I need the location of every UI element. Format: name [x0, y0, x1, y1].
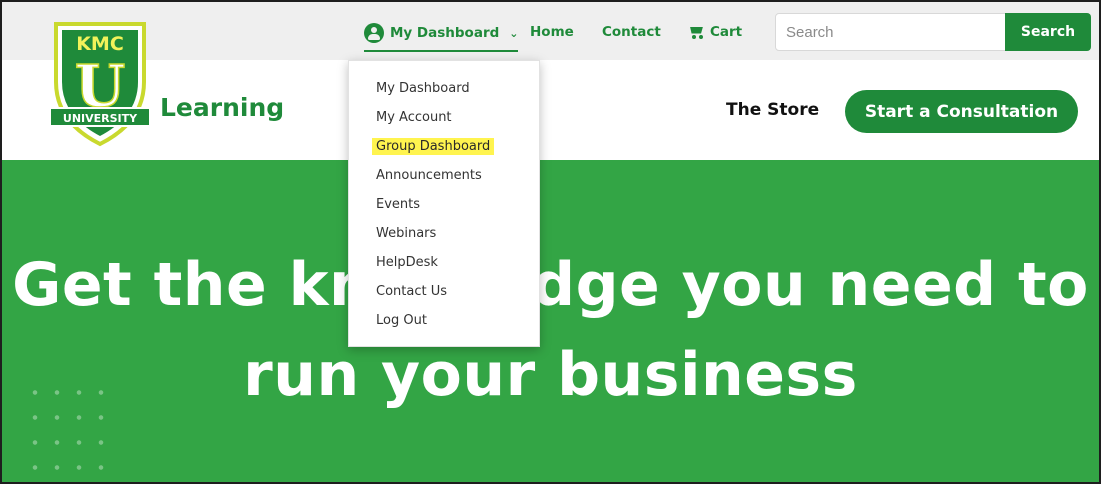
- nav-cart-label: Cart: [710, 24, 743, 40]
- menu-item-helpdesk[interactable]: HelpDesk: [376, 255, 438, 270]
- nav-home[interactable]: Home: [530, 24, 574, 40]
- menu-item-webinars[interactable]: Webinars: [376, 226, 436, 241]
- menu-item-events[interactable]: Events: [376, 197, 420, 212]
- start-consultation-button[interactable]: Start a Consultation: [845, 90, 1078, 133]
- kmc-university-logo[interactable]: KMC U UNIVERSITY: [46, 14, 154, 149]
- dashboard-dropdown-menu: My Dashboard My Account Group Dashboard …: [348, 60, 540, 347]
- nav-my-dashboard[interactable]: My Dashboard ⌄: [364, 20, 519, 52]
- nav-contact[interactable]: Contact: [602, 24, 661, 40]
- brand-learning-text: Learning: [160, 93, 285, 122]
- hero-section: [2, 160, 1099, 482]
- search-button[interactable]: Search: [1005, 13, 1091, 51]
- the-store-link[interactable]: The Store: [726, 100, 819, 120]
- nav-cart[interactable]: Cart: [688, 24, 742, 40]
- logo-university-ribbon: UNIVERSITY: [63, 112, 138, 125]
- cart-icon: [688, 26, 704, 39]
- hero-headline-line1: Get the knowledge you need to: [12, 250, 1089, 320]
- chevron-down-icon: ⌄: [509, 26, 519, 40]
- menu-item-contact-us[interactable]: Contact Us: [376, 284, 447, 299]
- menu-item-my-dashboard[interactable]: My Dashboard: [376, 81, 470, 96]
- hero-headline-line2: run your business: [243, 340, 858, 410]
- user-icon: [364, 23, 384, 43]
- nav-my-dashboard-label: My Dashboard: [390, 25, 500, 41]
- search-input[interactable]: [775, 13, 1007, 51]
- menu-item-my-account[interactable]: My Account: [376, 110, 452, 125]
- menu-item-group-dashboard[interactable]: Group Dashboard: [372, 138, 495, 155]
- top-nav-bar: My Dashboard ⌄ Home Contact Cart Search: [2, 2, 1099, 60]
- menu-item-announcements[interactable]: Announcements: [376, 168, 482, 183]
- menu-item-log-out[interactable]: Log Out: [376, 313, 427, 328]
- page-frame: My Dashboard ⌄ Home Contact Cart Search …: [0, 0, 1101, 484]
